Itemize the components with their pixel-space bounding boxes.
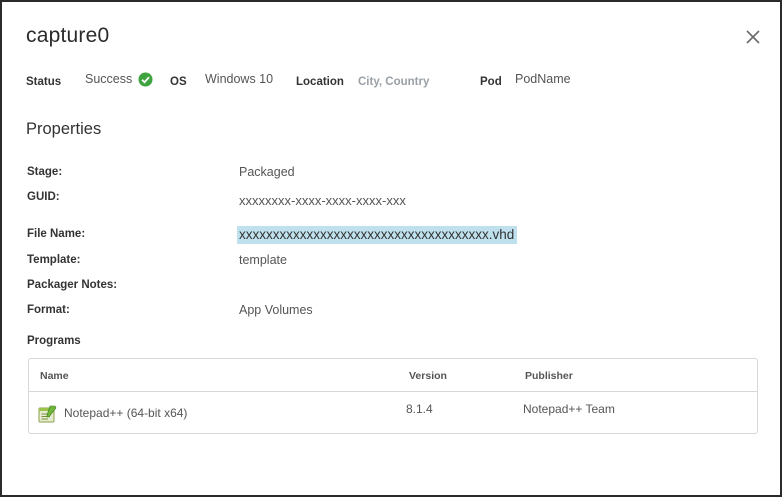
column-header-publisher[interactable]: Publisher [525, 370, 573, 382]
capture-details-dialog: capture0 Status Success OS Windows 10 Lo… [0, 0, 782, 497]
programs-table: Name Version Publisher Notepad++ (64-bit… [28, 358, 758, 434]
filename-label: File Name: [27, 228, 86, 240]
programs-label: Programs [27, 335, 81, 347]
guid-value: xxxxxxxx-xxxx-xxxx-xxxx-xxx [239, 193, 406, 208]
stage-value: Packaged [239, 165, 295, 179]
close-icon[interactable] [742, 26, 764, 48]
location-label: Location [296, 76, 344, 88]
template-value: template [239, 253, 287, 267]
table-header: Name Version Publisher [29, 359, 757, 392]
stage-label: Stage: [27, 166, 63, 178]
format-value: App Volumes [239, 303, 313, 317]
os-label: OS [170, 76, 187, 88]
os-value: Windows 10 [205, 72, 274, 86]
format-label: Format: [27, 304, 70, 316]
status-label: Status [26, 76, 62, 88]
column-header-name[interactable]: Name [40, 370, 69, 382]
location-value: City, Country [358, 76, 430, 88]
pod-value: PodName [515, 72, 571, 86]
table-row[interactable]: Notepad++ (64-bit x64) 8.1.4 Notepad++ T… [29, 392, 757, 434]
check-circle-icon [138, 72, 153, 87]
column-header-version[interactable]: Version [409, 370, 447, 382]
dialog-title: capture0 [26, 24, 110, 47]
guid-label: GUID: [27, 191, 60, 203]
program-version: 8.1.4 [406, 402, 433, 416]
program-name: Notepad++ (64-bit x64) [64, 406, 188, 420]
properties-heading: Properties [26, 120, 102, 138]
program-publisher: Notepad++ Team [523, 402, 615, 416]
status-value: Success [85, 72, 133, 86]
packager-notes-label: Packager Notes: [27, 279, 118, 291]
filename-value[interactable]: xxxxxxxxxxxxxxxxxxxxxxxxxxxxxxxxxxxxx.vh… [237, 226, 518, 244]
pod-label: Pod [480, 76, 502, 88]
notepad-plus-plus-icon [38, 405, 57, 424]
template-label: Template: [27, 254, 81, 266]
